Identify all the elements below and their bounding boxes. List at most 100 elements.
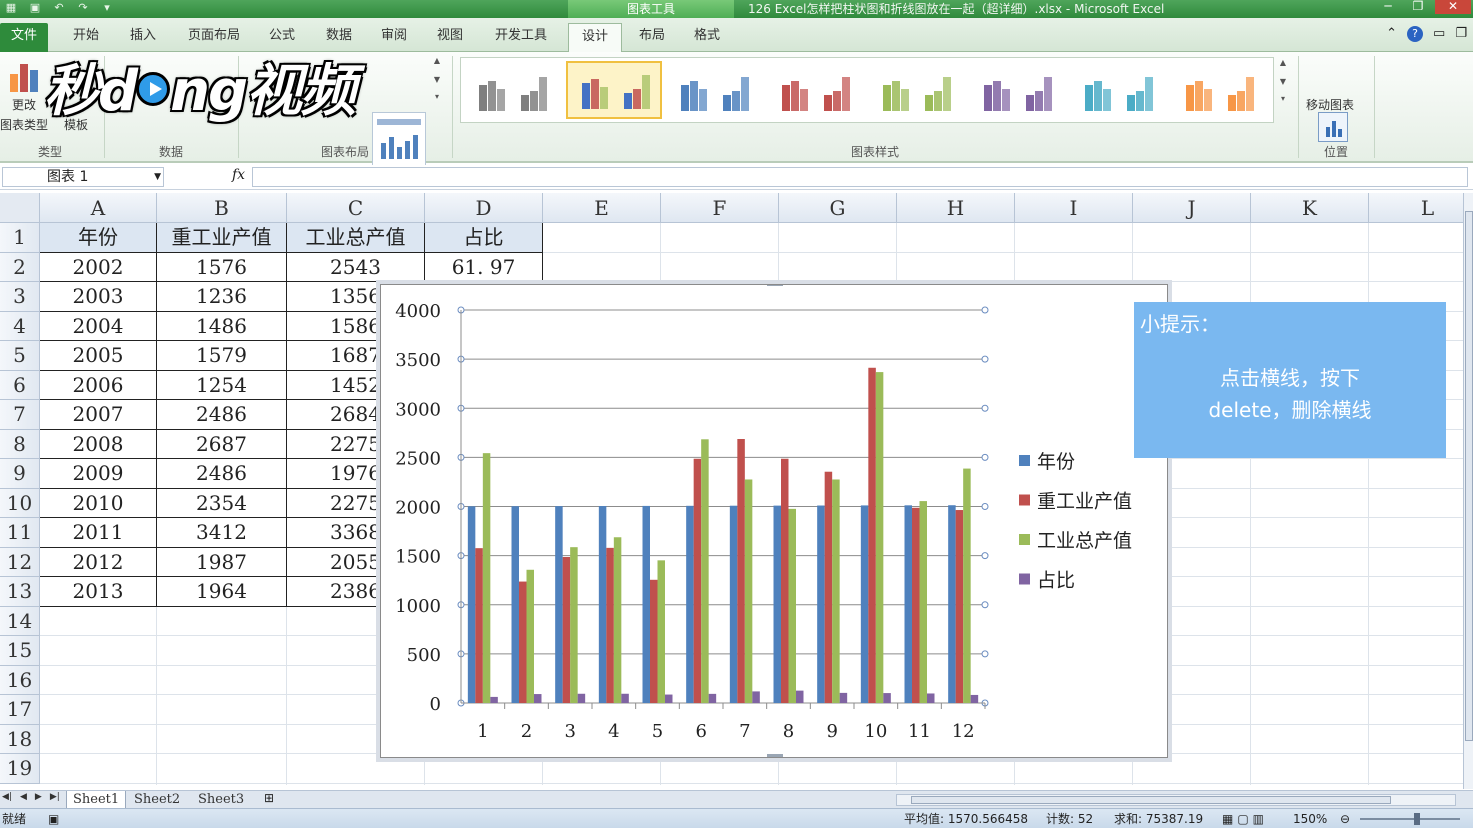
column-header-C[interactable]: C [287,193,425,223]
legend-swatch-工业总产值[interactable] [1019,534,1030,545]
bar-重工业产值-1[interactable] [475,548,483,703]
gridline-handle[interactable] [981,453,989,461]
row-header-19[interactable]: 19 [0,754,40,784]
cell-A12[interactable]: 2012 [40,547,157,577]
cell-C1[interactable]: 工业总产值 [287,223,425,253]
bar-占比-4[interactable] [621,693,629,703]
bar-工业总产值-5[interactable] [657,560,666,703]
chart-style-5[interactable] [869,61,965,119]
cell-B13[interactable]: 1964 [157,577,287,607]
first-sheet-icon[interactable]: ◀| [2,792,12,802]
zoom-level[interactable]: 150% [1293,809,1327,828]
bar-工业总产值-1[interactable] [482,453,491,703]
row-header-12[interactable]: 12 [0,547,40,577]
cell-A9[interactable]: 2009 [40,459,157,489]
row-header-15[interactable]: 15 [0,636,40,666]
cell-D2[interactable]: 61. 97 [425,252,543,282]
gridline-handle[interactable] [981,601,989,609]
column-header-G[interactable]: G [779,193,897,223]
cell-B11[interactable]: 3412 [157,518,287,548]
scroll-up-icon[interactable]: ▲ [1276,58,1290,67]
gridline-handle[interactable] [981,306,989,314]
chart-resize-handle[interactable] [767,285,783,286]
chart-styles-gallery[interactable] [460,57,1274,123]
cell-A10[interactable]: 2010 [40,488,157,518]
cell-B9[interactable]: 2486 [157,459,287,489]
bar-工业总产值-11[interactable] [919,501,928,703]
cell-B3[interactable]: 1236 [157,282,287,312]
column-header-E[interactable]: E [543,193,661,223]
bar-工业总产值-7[interactable] [744,479,753,703]
bar-年份-4[interactable] [598,506,607,703]
chevron-down-icon[interactable]: ▼ [154,168,161,186]
restore-button[interactable]: ❐ [1405,0,1431,14]
scroll-up-icon[interactable]: ▲ [430,56,444,65]
bar-占比-7[interactable] [752,691,760,703]
bar-重工业产值-5[interactable] [650,579,658,703]
chart-style-1[interactable] [465,61,561,119]
minimize-button[interactable]: ─ [1375,0,1401,14]
gridline-handle[interactable] [981,552,989,560]
save-icon[interactable]: ▣ [28,1,42,15]
row-header-9[interactable]: 9 [0,459,40,489]
zoom-slider[interactable] [1360,813,1460,825]
horizontal-scrollbar[interactable] [896,794,1456,806]
styles-gallery-arrows[interactable]: ▲ ▼ ▾ [1276,58,1290,103]
column-header-F[interactable]: F [661,193,779,223]
bar-年份-8[interactable] [773,505,782,703]
macro-record-icon[interactable]: ▣ [48,809,59,828]
chart-style-7[interactable] [1071,61,1167,119]
column-header-K[interactable]: K [1251,193,1369,223]
column-header-B[interactable]: B [157,193,287,223]
row-header-10[interactable]: 10 [0,488,40,518]
bar-工业总产值-9[interactable] [832,479,840,703]
ribbon-tab-8[interactable]: 开发工具 [482,23,560,52]
ribbon-tab-9[interactable]: 设计 [568,23,622,53]
undo-icon[interactable]: ↶ [52,1,66,15]
chart-style-3[interactable] [667,61,763,119]
row-header-11[interactable]: 11 [0,518,40,548]
bar-年份-5[interactable] [642,505,651,703]
column-header-I[interactable]: I [1015,193,1133,223]
move-chart-icon[interactable] [1318,112,1348,142]
bar-年份-11[interactable] [904,505,913,703]
name-box[interactable]: 图表 1 ▼ [2,167,164,187]
bar-年份-12[interactable] [948,505,956,703]
last-sheet-icon[interactable]: ▶| [50,792,60,802]
cell-A11[interactable]: 2011 [40,518,157,548]
chart-svg[interactable]: 050010001500200025003000350040001 2 3 4 5 6 7 8… [381,285,1167,757]
column-header-A[interactable]: A [40,193,157,223]
chart-style-6[interactable] [970,61,1066,119]
legend-swatch-年份[interactable] [1019,455,1030,466]
cell-B7[interactable]: 2486 [157,400,287,430]
bar-工业总产值-12[interactable] [963,468,971,703]
bar-工业总产值-8[interactable] [788,508,797,703]
chart-resize-handle[interactable] [767,754,783,757]
bar-占比-1[interactable] [490,696,498,703]
bar-重工业产值-11[interactable] [912,507,920,703]
formula-input[interactable] [252,167,1468,187]
row-header-3[interactable]: 3 [0,282,40,312]
cell-A1[interactable]: 年份 [40,223,157,253]
expand-gallery-icon[interactable]: ▾ [430,92,444,101]
bar-年份-3[interactable] [555,506,563,703]
scroll-down-icon[interactable]: ▼ [1276,77,1290,86]
cell-B10[interactable]: 2354 [157,488,287,518]
bar-占比-6[interactable] [708,693,717,703]
bar-重工业产值-3[interactable] [562,557,571,703]
ribbon-tab-0[interactable]: 文件 [0,23,48,52]
minimize-ribbon-icon[interactable]: ⌃ [1386,26,1397,42]
sheet-tab-3[interactable]: Sheet3 [192,791,250,809]
cell-A7[interactable]: 2007 [40,400,157,430]
bar-占比-2[interactable] [534,694,542,703]
bar-年份-9[interactable] [817,505,825,703]
bar-占比-10[interactable] [883,693,891,703]
bar-占比-11[interactable] [927,693,935,703]
cell-A6[interactable]: 2006 [40,370,157,400]
bar-重工业产值-4[interactable] [606,547,614,703]
bar-工业总产值-6[interactable] [701,439,709,703]
cell-A8[interactable]: 2008 [40,429,157,459]
vertical-scrollbar[interactable] [1463,193,1473,789]
gridline-handle[interactable] [981,355,989,363]
row-header-6[interactable]: 6 [0,370,40,400]
